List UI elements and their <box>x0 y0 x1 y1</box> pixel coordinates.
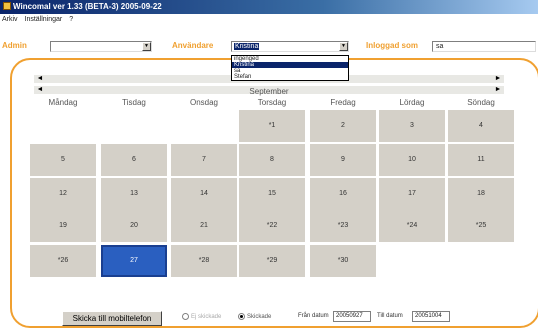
to-date-label: Till datum <box>377 313 403 319</box>
calendar-day[interactable]: 13 <box>101 178 167 210</box>
user-select[interactable]: Kristina ▼ <box>231 41 349 52</box>
calendar-day[interactable]: 21 <box>171 210 237 242</box>
calendar-day[interactable]: *26 <box>30 245 96 277</box>
calendar-day-selected[interactable]: 27 <box>101 245 167 277</box>
admin-label: Admin <box>2 41 27 50</box>
user-select-value: Kristina <box>234 43 260 50</box>
next-year-icon[interactable]: ► <box>494 75 502 83</box>
weekday-header: Fredag <box>330 98 356 107</box>
radio-sent[interactable]: Skickade <box>238 313 271 320</box>
calendar-day[interactable]: *24 <box>379 210 445 242</box>
menu-bar: Arkiv Inställningar ? <box>0 14 538 26</box>
calendar-day[interactable]: 18 <box>448 178 514 210</box>
title-bar: Wincomal ver 1.33 (BETA-3) 2005-09-22 <box>0 0 538 14</box>
radio-sent-label: Skickade <box>247 314 272 321</box>
weekday-header: Måndag <box>48 98 78 107</box>
send-to-mobile-button[interactable]: Skicka till mobiltelefon <box>62 311 162 326</box>
calendar-day[interactable]: *1 <box>239 110 305 142</box>
weekday-header: Lördag <box>399 98 425 107</box>
calendar-day[interactable]: 19 <box>30 210 96 242</box>
radio-unsent-indicator <box>182 313 189 320</box>
calendar-day[interactable]: 12 <box>30 178 96 210</box>
weekday-header: Söndag <box>467 98 495 107</box>
calendar-day[interactable]: 10 <box>379 144 445 176</box>
calendar-day[interactable]: 5 <box>30 144 96 176</box>
calendar-day[interactable]: 2 <box>310 110 376 142</box>
calendar-day[interactable]: *25 <box>448 210 514 242</box>
admin-select[interactable]: ▼ <box>50 41 152 52</box>
calendar-day[interactable]: *30 <box>310 245 376 277</box>
menu-item-arkiv[interactable]: Arkiv <box>2 16 18 23</box>
calendar-day[interactable]: 20 <box>101 210 167 242</box>
window-title: Wincomal ver 1.33 (BETA-3) 2005-09-22 <box>13 2 162 11</box>
calendar-day[interactable]: 4 <box>448 110 514 142</box>
menu-item-installningar[interactable]: Inställningar <box>25 16 63 23</box>
calendar-day[interactable]: 6 <box>101 144 167 176</box>
to-date-field[interactable]: 20051004 <box>412 311 450 322</box>
radio-unsent[interactable]: Ej skickade <box>182 313 221 320</box>
app-icon <box>3 1 11 10</box>
user-label: Användare <box>172 41 214 50</box>
prev-year-icon[interactable]: ◄ <box>36 75 44 83</box>
logged-in-field[interactable]: sa <box>432 41 536 52</box>
calendar-day[interactable]: *29 <box>239 245 305 277</box>
logged-in-label: Inloggad som <box>366 41 418 50</box>
radio-sent-indicator <box>238 313 245 320</box>
calendar-day[interactable]: *28 <box>171 245 237 277</box>
calendar-day[interactable]: 8 <box>239 144 305 176</box>
weekday-header: Onsdag <box>189 98 219 107</box>
calendar-day[interactable]: 16 <box>310 178 376 210</box>
chevron-down-icon[interactable]: ▼ <box>142 42 151 51</box>
calendar-day[interactable]: *23 <box>310 210 376 242</box>
from-date-label: Från datum <box>298 313 329 319</box>
month-title: September <box>249 87 289 96</box>
calendar-day[interactable]: 9 <box>310 144 376 176</box>
user-option[interactable]: Stefan <box>232 74 348 80</box>
radio-unsent-label: Ej skickade <box>191 314 222 321</box>
weekday-header: Torsdag <box>257 98 287 107</box>
weekday-header: Tisdag <box>122 98 146 107</box>
calendar-day[interactable]: 11 <box>448 144 514 176</box>
from-date-field[interactable]: 20050927 <box>333 311 371 322</box>
calendar-day[interactable]: 7 <box>171 144 237 176</box>
calendar-day[interactable]: 17 <box>379 178 445 210</box>
user-dropdown-list: ingenged Kristina sa Stefan <box>231 55 349 81</box>
calendar-day[interactable]: 15 <box>239 178 305 210</box>
calendar-day[interactable]: 14 <box>171 178 237 210</box>
menu-item-help[interactable]: ? <box>69 16 73 23</box>
chevron-down-icon[interactable]: ▼ <box>339 42 348 51</box>
calendar-day[interactable]: 3 <box>379 110 445 142</box>
calendar-day[interactable]: *22 <box>239 210 305 242</box>
